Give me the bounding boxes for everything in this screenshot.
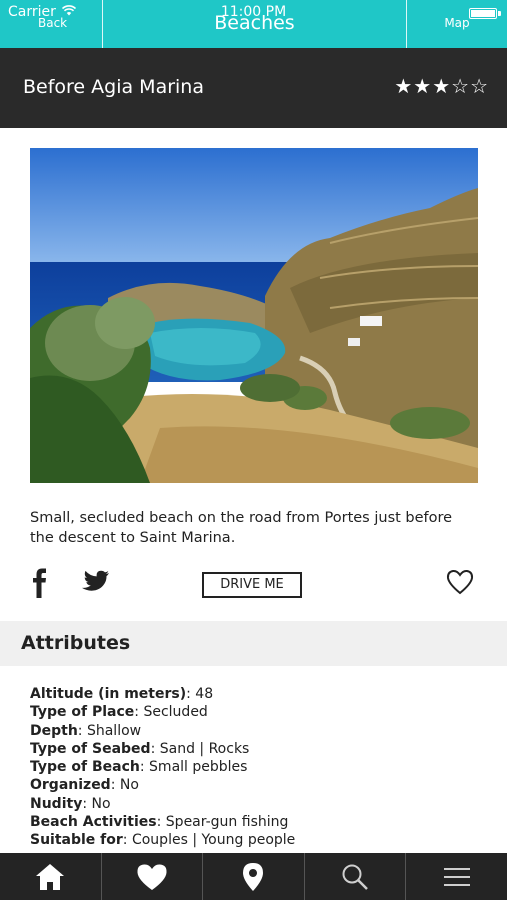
tab-search[interactable]: [305, 853, 407, 900]
attribute-row: Organized: No: [30, 777, 139, 794]
attribute-label: Organized: [30, 777, 111, 794]
tab-home[interactable]: [0, 853, 102, 900]
favorite-heart-icon[interactable]: [446, 569, 474, 595]
twitter-icon[interactable]: [78, 570, 110, 596]
attribute-label: Type of Seabed: [30, 740, 151, 757]
attributes-heading: Attributes: [21, 632, 131, 654]
bottom-tab-bar: [0, 853, 507, 900]
attribute-row: Altitude (in meters): 48: [30, 686, 214, 702]
beach-title-bar: Before Agia Marina ★★★☆☆: [0, 48, 507, 128]
beach-description: Small, secluded beach on the road from P…: [30, 510, 453, 546]
nav-title: Beaches: [214, 12, 295, 34]
attribute-value: Sand | Rocks: [159, 740, 250, 757]
attribute-row: Suitable for: Couples | Young people: [30, 832, 296, 849]
attribute-value: No: [91, 795, 111, 812]
heart-icon: [137, 863, 167, 890]
tab-map[interactable]: [203, 853, 305, 900]
attribute-value: Spear-gun fishing: [165, 814, 289, 831]
attribute-value: Shallow: [86, 722, 142, 739]
home-icon: [36, 863, 65, 890]
rating-stars: ★★★☆☆: [394, 74, 489, 98]
tab-menu[interactable]: [406, 853, 507, 900]
back-button-label: Back: [38, 16, 68, 30]
search-icon: [342, 864, 368, 890]
attribute-row: Nudity: No: [30, 795, 111, 812]
attribute-label: Altitude (in meters): [30, 686, 187, 702]
attribute-label: Depth: [30, 722, 78, 739]
attribute-value: 48: [195, 686, 214, 702]
attribute-label: Suitable for: [30, 832, 123, 849]
menu-icon: [443, 867, 470, 886]
attribute-value: Secluded: [143, 704, 208, 721]
attribute-label: Beach Activities: [30, 814, 157, 831]
tab-favorites[interactable]: [102, 853, 204, 900]
attribute-value: No: [119, 777, 139, 794]
map-pin-icon: [243, 862, 264, 891]
attributes-header: Attributes: [0, 621, 507, 666]
top-nav-bar: Carrier 11:00 PM Back Beaches Map: [0, 0, 507, 48]
attribute-value: Couples | Young people: [131, 832, 296, 849]
back-button[interactable]: Back: [0, 0, 103, 48]
attribute-row: Type of Seabed: Sand | Rocks: [30, 740, 250, 757]
attribute-row: Type of Beach: Small pebbles: [30, 759, 248, 776]
attribute-row: Type of Place: Secluded: [30, 704, 208, 721]
map-button-label: Map: [444, 16, 470, 30]
attributes-list: Altitude (in meters): 48 Type of Place: …: [30, 685, 490, 850]
map-button[interactable]: Map: [406, 0, 507, 48]
beach-name: Before Agia Marina: [23, 76, 204, 98]
attribute-label: Type of Beach: [30, 759, 140, 776]
attribute-row: Depth: Shallow: [30, 722, 142, 739]
facebook-icon[interactable]: [30, 568, 50, 598]
drive-me-button[interactable]: DRIVE ME: [202, 572, 302, 598]
attribute-row: Beach Activities: Spear-gun fishing: [30, 814, 289, 831]
attribute-label: Type of Place: [30, 704, 135, 721]
attribute-label: Nudity: [30, 795, 83, 812]
beach-photo: [30, 148, 478, 483]
attribute-value: Small pebbles: [149, 759, 248, 776]
